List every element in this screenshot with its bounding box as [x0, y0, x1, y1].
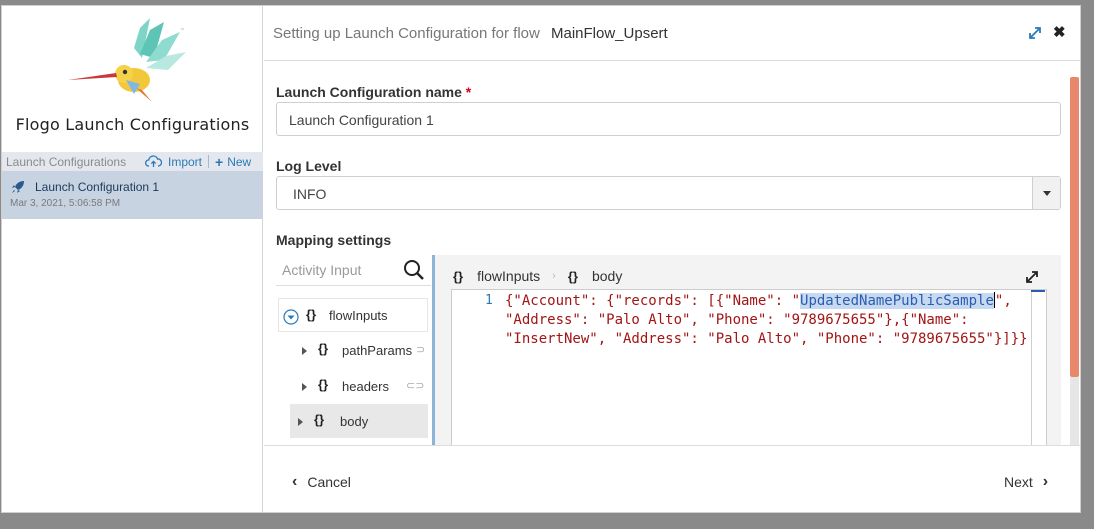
tree-node-label: headers — [342, 379, 389, 394]
dialog-header: Setting up Launch Configuration for flow… — [264, 6, 1080, 61]
cancel-button[interactable]: ‹ Cancel — [292, 473, 351, 491]
link-icon: ⊂⊃ — [406, 380, 425, 392]
launch-config-name: Launch Configuration 1 — [35, 180, 160, 194]
expand-arrow-icon[interactable] — [302, 383, 307, 391]
object-icon: {} — [567, 268, 578, 284]
tree-node-headers[interactable]: {} headers ⊂⊃ — [278, 369, 428, 403]
tree-node-flowinputs[interactable]: {} flowInputs — [278, 298, 428, 332]
chevron-right-icon: › — [1042, 473, 1049, 490]
breadcrumb: {} flowInputs › {} body — [453, 268, 622, 284]
next-button[interactable]: Next › — [1004, 473, 1048, 491]
chevron-left-icon: ‹ — [292, 473, 298, 490]
chevron-down-icon[interactable] — [1032, 177, 1060, 209]
code-line-3: "InsertNew", "Address": "Palo Alto", "Ph… — [505, 331, 1028, 347]
tree-node-label: flowInputs — [329, 308, 388, 323]
code-line-1a: {"Account": {"records": [{"Name": " — [505, 293, 801, 309]
cancel-label: Cancel — [307, 474, 351, 490]
tree-node-pathparams[interactable]: {} pathParams ⊃ — [278, 333, 428, 367]
link-icon: ⊃ — [416, 344, 426, 356]
activity-input-tree: Activity Input {} flowInputs {} pathPara… — [276, 252, 431, 445]
line-number: 1 — [485, 293, 493, 308]
object-icon: {} — [318, 377, 329, 392]
launch-config-dialog: ™ Flogo Launch Configurations Launch Con… — [1, 5, 1081, 513]
object-icon: {} — [453, 268, 464, 284]
search-icon[interactable] — [403, 259, 425, 281]
object-icon: {} — [306, 307, 317, 322]
editor-scroll-thumb[interactable] — [1031, 290, 1045, 292]
new-label: New — [227, 154, 252, 169]
close-icon[interactable]: ✖ — [1053, 23, 1066, 41]
expand-icon[interactable] — [1028, 26, 1042, 40]
app-title: Flogo Launch Configurations — [15, 115, 250, 134]
breadcrumb-item[interactable]: body — [592, 268, 622, 284]
required-mark: * — [465, 84, 472, 100]
tree-node-body[interactable]: {} body — [290, 404, 428, 438]
toolbar-divider — [208, 155, 210, 168]
cloud-upload-icon — [145, 155, 162, 167]
next-label: Next — [1004, 474, 1033, 490]
log-level-value: INFO — [293, 186, 327, 202]
expand-arrow-icon[interactable] — [302, 347, 307, 355]
code-content[interactable]: {"Account": {"records": [{"Name": "Updat… — [505, 292, 1028, 349]
expand-arrow-icon[interactable] — [298, 418, 303, 426]
form-scrollbar-thumb[interactable] — [1070, 77, 1079, 377]
config-name-input[interactable]: Launch Configuration 1 — [276, 102, 1061, 136]
log-level-select[interactable]: INFO — [276, 176, 1061, 210]
svg-text:™: ™ — [180, 28, 185, 34]
chevron-right-icon: › — [552, 270, 556, 282]
form-scroll-area: Launch Configuration name * Launch Confi… — [264, 62, 1080, 445]
flow-name: MainFlow_Upsert — [551, 25, 668, 42]
mapping-editor-pane: {} flowInputs › {} body 1 {"Account": {"… — [435, 255, 1061, 445]
rocket-icon — [12, 181, 24, 193]
config-name-label: Launch Configuration name * — [276, 84, 471, 100]
selected-text: UpdatedNamePublicSample — [800, 293, 994, 309]
flogo-hummingbird-logo: ™ — [68, 18, 186, 102]
launch-config-toolbar: Launch Configurations Import + New — [2, 152, 263, 171]
breadcrumb-item[interactable]: flowInputs — [477, 268, 540, 284]
import-button[interactable]: Import — [145, 155, 202, 169]
import-label: Import — [168, 154, 203, 169]
launch-config-header-label: Launch Configurations — [6, 154, 127, 169]
config-editor-panel: Setting up Launch Configuration for flow… — [264, 6, 1080, 512]
launch-config-date: Mar 3, 2021, 5:06:58 PM — [10, 198, 121, 209]
activity-input-placeholder: Activity Input — [282, 262, 362, 278]
dialog-title-prefix: Setting up Launch Configuration for flow — [273, 25, 540, 42]
collapse-circle-icon[interactable] — [283, 309, 299, 325]
launch-config-sidebar: ™ Flogo Launch Configurations Launch Con… — [2, 6, 263, 512]
object-icon: {} — [318, 341, 329, 356]
new-button[interactable]: + New — [215, 154, 251, 170]
mapping-settings-label: Mapping settings — [276, 232, 392, 248]
tree-node-label: body — [340, 414, 369, 429]
object-icon: {} — [314, 412, 325, 427]
launch-config-list-item[interactable]: Launch Configuration 1 Mar 3, 2021, 5:06… — [2, 171, 263, 219]
tree-node-label: pathParams — [342, 343, 413, 358]
dialog-footer: ‹ Cancel Next › — [264, 445, 1080, 512]
code-editor[interactable]: 1 {"Account": {"records": [{"Name": "Upd… — [451, 289, 1047, 445]
form-scrollbar-track[interactable] — [1070, 377, 1079, 445]
log-level-label: Log Level — [276, 158, 342, 174]
fullscreen-icon[interactable] — [1025, 270, 1039, 284]
plus-icon: + — [215, 153, 224, 170]
code-line-2: "Address": "Palo Alto", "Phone": "978967… — [505, 312, 969, 328]
editor-gutter — [452, 290, 500, 445]
activity-input-search[interactable]: Activity Input — [276, 252, 431, 286]
config-name-label-text: Launch Configuration name — [276, 84, 462, 100]
code-line-1b: ", — [994, 293, 1012, 309]
editor-scrollbar[interactable] — [1031, 290, 1032, 445]
